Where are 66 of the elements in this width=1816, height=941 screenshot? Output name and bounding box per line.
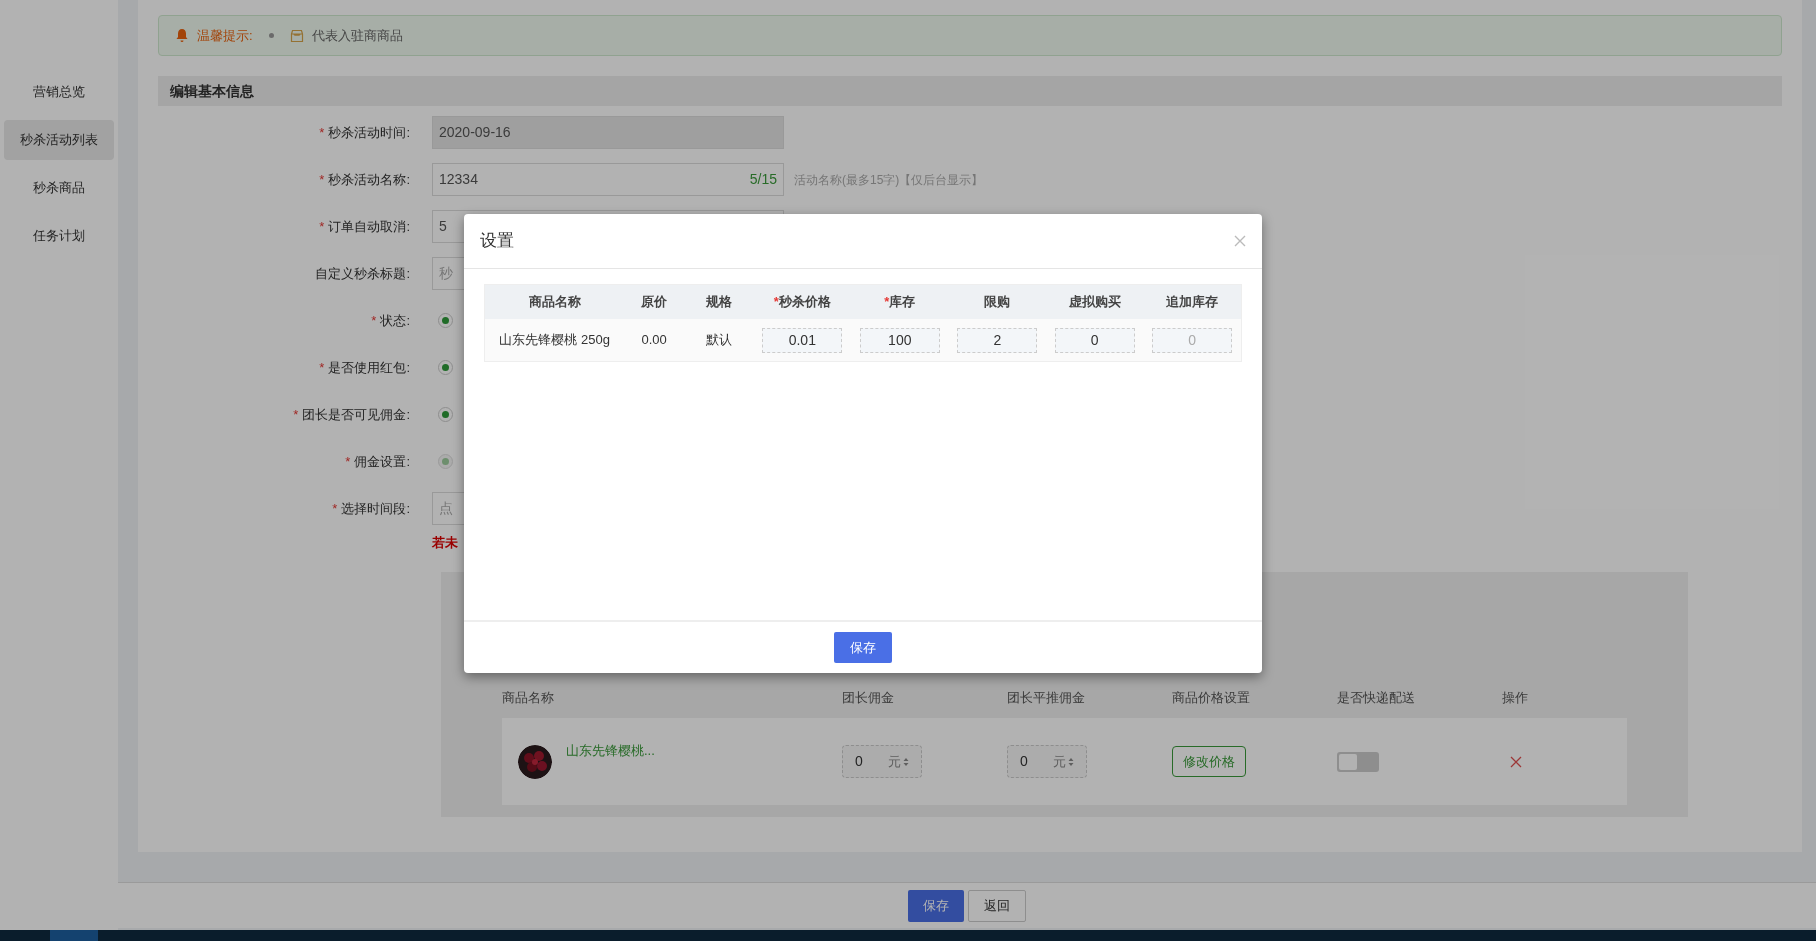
column-header: 是否快递配送	[1337, 690, 1415, 706]
required-mark: *	[319, 218, 325, 234]
input-field[interactable]: 0	[1054, 327, 1135, 353]
toggle-switch[interactable]	[1337, 751, 1379, 772]
radio-button[interactable]	[438, 407, 453, 422]
column-header: 商品价格设置	[1172, 690, 1250, 706]
column-header: 原价	[641, 294, 668, 310]
required-mark: *	[319, 171, 325, 187]
warning-text: 若未	[432, 534, 458, 553]
field-label: 秒杀活动名称:	[328, 171, 410, 187]
column-header: 操作	[1502, 690, 1528, 706]
column-header: 商品名称	[502, 690, 554, 706]
sidebar-item[interactable]: 营销总览	[4, 72, 114, 112]
shop-icon	[289, 28, 304, 43]
field-label: 秒杀活动时间:	[328, 124, 410, 140]
required-mark: *	[345, 453, 351, 469]
required-mark: *	[884, 294, 890, 310]
required-mark: *	[371, 312, 377, 328]
field-label: 选择时间段:	[341, 500, 410, 516]
required-mark: *	[773, 294, 779, 310]
char-counter: 5/15	[749, 170, 777, 189]
table-cell: 默认	[705, 332, 732, 348]
notice-title: 温馨提示:	[197, 26, 253, 45]
stepper-icon[interactable]	[903, 756, 909, 767]
required-mark: *	[319, 124, 325, 140]
column-header: 秒杀价格	[778, 294, 831, 310]
required-mark: *	[332, 500, 338, 516]
table-cell: 山东先锋樱桃 250g	[499, 332, 610, 348]
column-header: 规格	[705, 294, 732, 310]
notice-text: 代表入驻商商品	[311, 26, 403, 45]
section-header: 编辑基本信息	[158, 76, 1782, 106]
field-label: 状态:	[380, 312, 410, 328]
close-icon[interactable]	[1510, 755, 1522, 768]
sidebar-item[interactable]: 秒杀活动列表	[4, 120, 114, 160]
field-label: 自定义秒杀标题:	[315, 265, 410, 281]
number-field[interactable]: 0 元	[1007, 745, 1087, 778]
field-label: 佣金设置:	[354, 453, 410, 469]
save-button[interactable]: 保存	[908, 889, 964, 922]
field-label: 是否使用红包:	[328, 359, 410, 375]
column-header: 团长佣金	[842, 690, 894, 706]
column-header: 限购	[984, 294, 1011, 310]
input-field[interactable]: 100	[859, 327, 940, 353]
bell-icon	[175, 28, 189, 43]
radio-button[interactable]	[438, 313, 453, 328]
dialog-title: 设置	[480, 230, 514, 253]
input-field[interactable]: 12334 5/15	[432, 163, 784, 196]
back-button[interactable]: 返回	[968, 889, 1026, 922]
field-label: 团长是否可见佣金:	[302, 406, 410, 422]
sidebar-item[interactable]: 秒杀商品	[4, 168, 114, 208]
save-button[interactable]: 保存	[834, 632, 892, 663]
stepper-icon[interactable]	[1068, 756, 1074, 767]
field-label: 订单自动取消:	[328, 218, 410, 234]
required-mark: *	[319, 359, 325, 375]
column-header: 库存	[889, 294, 916, 310]
number-field[interactable]: 0 元	[842, 745, 922, 778]
column-header: 商品名称	[528, 294, 581, 310]
column-header: 虚拟购买	[1068, 294, 1121, 310]
sidebar-item[interactable]: 任务计划	[4, 216, 114, 256]
required-mark: *	[293, 406, 299, 422]
close-icon[interactable]	[1234, 235, 1246, 247]
input-field[interactable]: 0.01	[762, 327, 843, 353]
column-header: 团长平推佣金	[1007, 690, 1085, 706]
table-cell: 0.00	[641, 332, 667, 348]
radio-button[interactable]	[438, 360, 453, 375]
column-header: 追加库存	[1166, 294, 1219, 310]
input-field[interactable]: 2	[957, 327, 1038, 353]
